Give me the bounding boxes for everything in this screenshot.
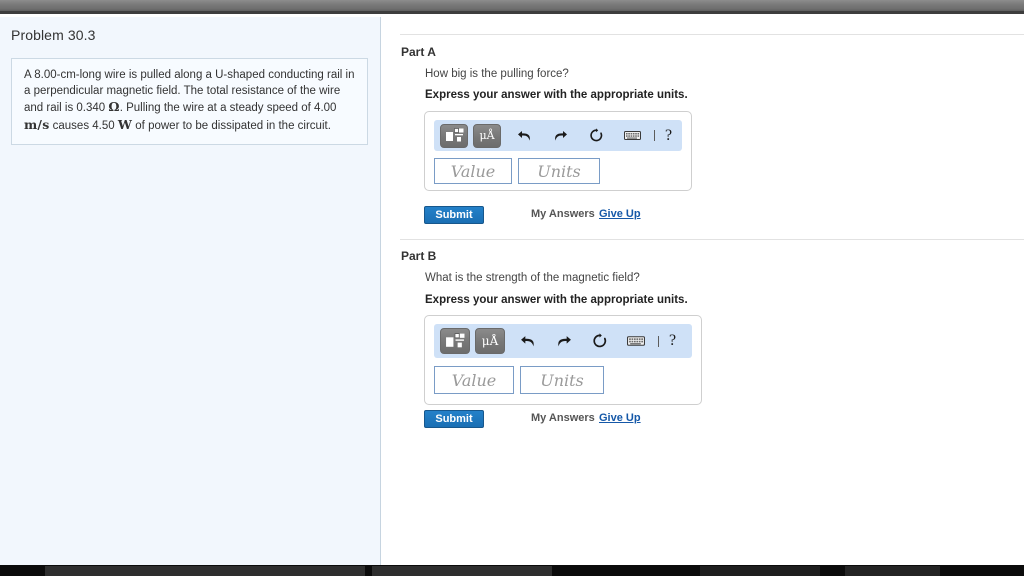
units-button-label: μÅ [481, 334, 499, 348]
part-a-instruction: Express your answer with the appropriate… [425, 89, 688, 101]
keyboard-icon[interactable] [624, 329, 648, 353]
taskbar-window-item[interactable] [372, 566, 552, 576]
undo-icon[interactable] [516, 329, 540, 353]
part-b-instruction: Express your answer with the appropriate… [425, 294, 688, 306]
part-b-give-up-link[interactable]: Give Up [599, 412, 641, 424]
reset-icon[interactable] [584, 124, 608, 148]
math-template-button[interactable] [440, 328, 470, 354]
browser-chrome-top-bar [0, 0, 1024, 14]
part-b-my-answers-link[interactable]: My Answers [531, 412, 595, 424]
units-button[interactable]: μÅ [475, 328, 505, 354]
page-title: Problem 30.3 [11, 27, 96, 43]
redo-icon[interactable] [552, 329, 576, 353]
math-template-button[interactable] [440, 123, 468, 148]
math-template-icon [445, 128, 463, 142]
taskbar-window-item[interactable] [845, 566, 940, 576]
part-b-submit-button[interactable]: Submit [424, 410, 484, 428]
toolbar-separator [658, 335, 659, 347]
undo-icon[interactable] [512, 124, 536, 148]
help-icon[interactable]: ? [669, 333, 676, 349]
units-button-label: μÅ [479, 129, 495, 142]
part-b-field-row: Value Units [434, 366, 692, 394]
toolbar-separator [654, 130, 655, 141]
problem-statement-box: A 8.00-cm-long wire is pulled along a U-… [11, 58, 368, 145]
math-unit: m/s [24, 116, 50, 132]
part-b-question: What is the strength of the magnetic fie… [425, 272, 640, 284]
part-a-my-answers-link[interactable]: My Answers [531, 208, 595, 220]
taskbar-window-item[interactable] [45, 566, 365, 576]
divider-above-part-a [400, 34, 1024, 35]
part-b-answer-widget: μÅ ? Value Units [424, 315, 702, 405]
os-taskbar[interactable] [0, 565, 1024, 576]
taskbar-window-item[interactable] [700, 566, 820, 576]
part-a-answer-widget: μÅ ? Value Units [424, 111, 692, 191]
redo-icon[interactable] [548, 124, 572, 148]
help-icon[interactable]: ? [665, 127, 672, 144]
part-a-value-input[interactable]: Value [434, 158, 512, 184]
part-b-value-input[interactable]: Value [434, 366, 514, 394]
math-template-icon [446, 333, 465, 348]
part-a-submit-row: Submit My Answers Give Up [382, 206, 1024, 226]
part-a-question: How big is the pulling force? [425, 68, 569, 80]
answer-panel: Part A How big is the pulling force? Exp… [382, 17, 1024, 565]
math-unit: W [117, 116, 133, 132]
math-unit: Ω [108, 99, 120, 114]
reset-icon[interactable] [588, 329, 612, 353]
divider-above-part-b [400, 239, 1024, 240]
part-a-field-row: Value Units [434, 158, 682, 184]
part-b-submit-row: Submit My Answers Give Up [382, 410, 1024, 430]
page-content-area: Problem 30.3 A 8.00-cm-long wire is pull… [0, 17, 1024, 565]
problem-statement-text: A 8.00-cm-long wire is pulled along a U-… [24, 69, 355, 132]
part-a-submit-button[interactable]: Submit [424, 206, 484, 224]
part-a-label: Part A [401, 45, 436, 59]
part-a-toolbar: μÅ ? [434, 120, 682, 151]
units-button[interactable]: μÅ [473, 123, 501, 148]
part-b-toolbar: μÅ ? [434, 324, 692, 358]
part-a-units-input[interactable]: Units [518, 158, 600, 184]
problem-panel: Problem 30.3 A 8.00-cm-long wire is pull… [0, 17, 381, 565]
part-b-units-input[interactable]: Units [520, 366, 604, 394]
part-a-give-up-link[interactable]: Give Up [599, 208, 641, 220]
keyboard-icon[interactable] [620, 124, 644, 148]
part-b-label: Part B [401, 249, 437, 263]
